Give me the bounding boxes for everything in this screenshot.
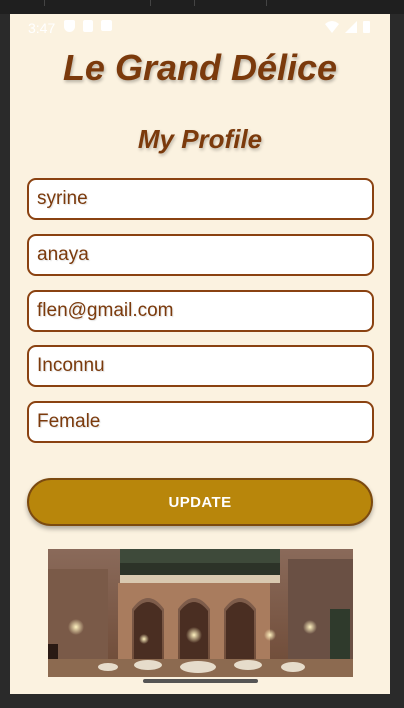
gender-field[interactable] <box>27 401 374 443</box>
signal-icon <box>345 21 357 33</box>
update-button[interactable]: UPDATE <box>27 478 373 526</box>
battery-icon <box>363 21 370 33</box>
emulator-top-strip <box>0 0 404 14</box>
email-input[interactable] <box>29 300 372 322</box>
page-title: My Profile <box>137 124 263 154</box>
system-icons <box>325 21 370 33</box>
restaurant-photo <box>48 549 353 677</box>
restaurant-hall-image <box>48 549 353 677</box>
address-input[interactable] <box>29 355 372 377</box>
shield-icon <box>64 20 75 32</box>
last-name-field[interactable] <box>27 234 374 276</box>
gesture-nav-handle[interactable] <box>143 679 258 683</box>
app-notification-icon <box>101 20 112 31</box>
wifi-icon <box>325 21 339 33</box>
status-time: 3:47 <box>28 20 56 36</box>
email-field[interactable] <box>27 290 374 332</box>
phone-screen: 3:47 Le Grand Délice My Profile UPDATE <box>10 14 390 694</box>
status-bar: 3:47 <box>10 14 390 42</box>
last-name-input[interactable] <box>29 244 372 266</box>
address-field[interactable] <box>27 345 374 387</box>
first-name-input[interactable] <box>29 188 372 210</box>
first-name-field[interactable] <box>27 178 374 220</box>
notification-icons <box>64 20 112 32</box>
gender-input[interactable] <box>29 411 372 433</box>
sd-card-icon <box>83 20 93 32</box>
app-title: Le Grand Délice <box>62 47 338 88</box>
emulator-bottom-bar <box>0 694 404 708</box>
